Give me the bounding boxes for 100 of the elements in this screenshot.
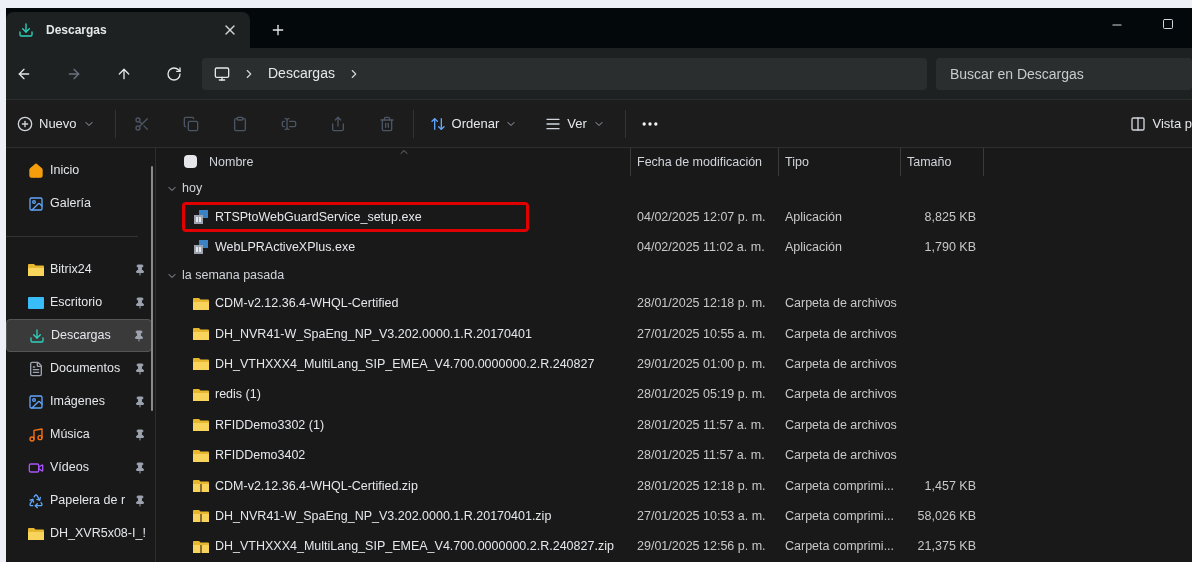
music-icon (28, 426, 44, 443)
file-name-cell[interactable]: RFIDDemo3402 (182, 440, 315, 471)
installer-icon (193, 209, 209, 225)
sidebar-item[interactable]: Inicio (6, 154, 152, 187)
file-name-cell[interactable]: RTSPtoWebGuardService_setup.exe (182, 202, 529, 232)
pin-icon[interactable] (133, 461, 146, 474)
folder-icon (193, 418, 209, 433)
file-name-cell[interactable]: CDM-v2.12.36.4-WHQL-Certified (182, 288, 408, 319)
table-cell-text: 28/01/2025 12:18 p. m. (636, 477, 767, 495)
table-cell-text: 28/01/2025 05:19 p. m. (636, 386, 767, 404)
group-header[interactable]: hoy (160, 175, 203, 202)
table-cell-text: Carpeta de archivos (784, 416, 898, 434)
document-icon (28, 360, 44, 377)
preview-pane-icon (1130, 115, 1147, 132)
table-cell-text: 29/01/2025 12:56 p. m. (636, 538, 767, 556)
column-header[interactable]: Tamaño (900, 148, 984, 176)
computer-icon (214, 65, 230, 82)
column-header[interactable]: Tipo (778, 148, 900, 176)
table-cell-text: 28/01/2025 12:18 p. m. (636, 295, 767, 313)
folder-icon (193, 357, 209, 372)
home-icon (28, 162, 44, 179)
sidebar-item[interactable]: Bitrix24 (6, 253, 152, 286)
group-header[interactable]: la semana pasada (160, 262, 285, 289)
zip-folder-icon (193, 479, 209, 494)
file-name-cell[interactable]: redis (1) (182, 379, 270, 410)
select-all-checkbox[interactable] (184, 155, 197, 169)
file-name-cell[interactable]: DH_VTHXXX4_MultiLang_SIP_EMEA_V4.700.0000000.2.R.240827.zip (182, 531, 623, 562)
folder-icon (28, 262, 44, 277)
breadcrumb[interactable]: Descargas (268, 63, 335, 84)
pin-icon[interactable] (133, 263, 146, 276)
table-cell-text: 58,026 KB (917, 508, 976, 526)
pin-icon[interactable] (133, 362, 146, 375)
new-tab-icon[interactable] (270, 22, 286, 38)
folder-icon (193, 387, 209, 402)
plus-icon (17, 115, 33, 132)
folder-icon (193, 296, 209, 311)
pin-icon[interactable] (133, 296, 146, 309)
sidebar-item[interactable]: Imágenes (6, 385, 152, 418)
zip-folder-icon (193, 539, 209, 554)
image-icon (28, 393, 44, 410)
address-bar[interactable]: Descargas (202, 57, 927, 90)
sidebar-item[interactable]: Descargas (6, 319, 152, 352)
table-cell-text: 28/01/2025 11:57 a. m. (636, 447, 766, 465)
sort-button[interactable]: Ordenar (425, 107, 522, 140)
file-name-cell[interactable]: DH_NVR41-W_SpaEng_NP_V3.202.0000.1.R.20170401 (182, 319, 541, 350)
pin-icon[interactable] (132, 329, 145, 342)
maximize-icon[interactable] (1162, 18, 1174, 30)
sidebar-item[interactable]: Papelera de r (6, 484, 152, 517)
file-name-cell[interactable]: DH_NVR41-W_SpaEng_NP_V3.202.0000.1.R.20170401.zip (182, 501, 561, 532)
refresh-icon[interactable] (166, 65, 182, 82)
zip-folder-icon (193, 509, 209, 524)
installer-icon (193, 239, 209, 256)
table-cell-text: Carpeta comprimi... (784, 538, 896, 556)
column-header[interactable]: Nombre (209, 152, 254, 172)
table-cell-text: Carpeta de archivos (784, 356, 898, 374)
view-button[interactable]: Ver (541, 107, 609, 140)
search-field[interactable]: Buscar en Descargas (936, 57, 1192, 90)
table-cell-text: 29/01/2025 01:00 p. m. (636, 356, 767, 374)
pin-icon[interactable] (133, 428, 146, 441)
table-cell-text: Carpeta comprimi... (784, 477, 896, 495)
sidebar-item[interactable]: DH_XVR5x08-I_! (6, 517, 152, 550)
table-cell-text: Carpeta de archivos (784, 295, 898, 313)
table-cell-text: Carpeta de archivos (784, 325, 898, 343)
sidebar-item[interactable]: Música (6, 418, 152, 451)
file-name-cell[interactable]: WebLPRActiveXPlus.exe (182, 232, 365, 263)
download-icon (18, 22, 34, 38)
table-cell-text: 21,375 KB (917, 538, 976, 556)
table-cell-text: 8,825 KB (924, 208, 976, 226)
sort-icon (429, 115, 446, 132)
folder-icon (193, 448, 209, 463)
sidebar-item[interactable]: Escritorio (6, 286, 152, 319)
tab[interactable]: Descargas (6, 12, 250, 48)
table-cell-text: 27/01/2025 10:55 a. m. (636, 325, 767, 343)
sidebar-item[interactable]: Galería (6, 187, 152, 220)
table-cell-text: Carpeta comprimi... (784, 508, 896, 526)
table-cell-text: 1,790 KB (924, 239, 976, 256)
folder-icon (193, 327, 209, 342)
file-name-cell[interactable]: DH_VTHXXX4_MultiLang_SIP_EMEA_V4.700.0000000.2.R.240827 (182, 349, 604, 380)
sidebar-item[interactable]: Documentos (6, 352, 152, 385)
file-name-cell[interactable]: RFIDDemo3302 (1) (182, 410, 334, 441)
desktop-icon (28, 295, 44, 310)
table-cell-text: 04/02/2025 11:02 a. m. (636, 239, 766, 256)
table-cell-text: 04/02/2025 12:07 p. m. (636, 208, 767, 226)
pin-icon[interactable] (133, 395, 146, 408)
recycle-bin-icon (28, 492, 44, 509)
table-cell-text: 27/01/2025 10:53 a. m. (636, 508, 767, 526)
sidebar-item[interactable]: Vídeos (6, 451, 152, 484)
preview-button[interactable]: Vista p (1130, 107, 1192, 140)
column-header[interactable]: Fecha de modificación (630, 148, 778, 176)
table-cell-text: 28/01/2025 11:57 a. m. (636, 416, 766, 434)
pin-icon[interactable] (133, 494, 146, 507)
table-cell-text: 1,457 KB (924, 477, 976, 495)
download-icon (29, 327, 45, 344)
file-name-cell[interactable]: CDM-v2.12.36.4-WHQL-Certified.zip (182, 471, 427, 502)
image-icon (28, 195, 44, 212)
table-cell-text: Carpeta de archivos (784, 386, 898, 404)
table-cell-text: Carpeta de archivos (784, 447, 898, 465)
table-cell-text: Aplicación (784, 208, 843, 226)
scrollbar[interactable] (151, 166, 153, 411)
new-button[interactable]: Nuevo (13, 107, 99, 140)
